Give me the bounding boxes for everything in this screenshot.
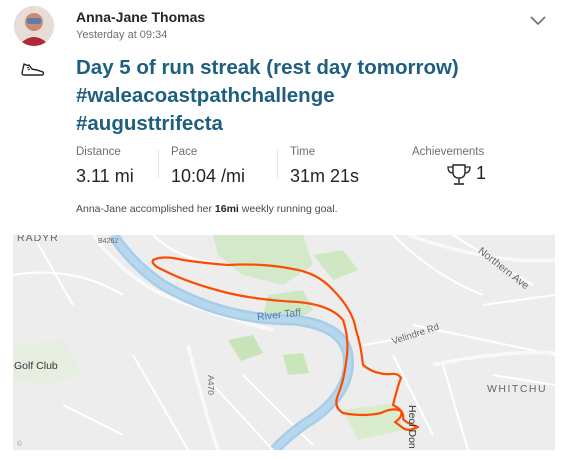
route-map[interactable]: RADYR B4262 Northern Ave River Taff Veli… <box>13 235 555 450</box>
chevron-down-icon[interactable] <box>530 14 546 26</box>
stat-achievements[interactable]: Achievements <box>412 146 484 158</box>
athlete-name[interactable]: Anna-Jane Thomas <box>76 9 205 25</box>
avatar[interactable] <box>14 6 54 46</box>
map-label-heol-don: Heol Don <box>406 405 418 449</box>
weekly-goal-text: Anna-Jane accomplished her 16mi weekly r… <box>76 203 338 215</box>
map-label-whitchurch: WHITCHU <box>487 383 548 395</box>
map-label-a470: A470 <box>205 375 216 395</box>
title-line-1: Day 5 of run streak (rest day tomorrow) <box>76 56 459 79</box>
goal-suffix: weekly running goal. <box>238 203 338 215</box>
stat-time: Time 31m 21s <box>290 146 359 187</box>
activity-timestamp: Yesterday at 09:34 <box>76 29 168 41</box>
stat-label: Time <box>290 146 316 158</box>
activity-title[interactable]: Day 5 of run streak (rest day tomorrow) … <box>76 54 546 138</box>
stat-value: 3.11 mi <box>76 166 134 186</box>
stat-label: Distance <box>76 146 121 158</box>
stat-distance: Distance 3.11 mi <box>76 146 134 187</box>
shoe-icon <box>21 63 45 76</box>
goal-amount: 16mi <box>214 203 239 215</box>
trophy-icon <box>447 164 471 185</box>
title-line-3: #augusttrifecta <box>76 112 223 135</box>
map-label-radyr: RADYR <box>17 235 59 244</box>
stat-value: 31m 21s <box>290 166 360 186</box>
stat-label: Pace <box>171 146 198 158</box>
achievements-count: 1 <box>476 163 487 183</box>
stat-value: 10:04 /mi <box>171 166 246 186</box>
stat-pace: Pace 10:04 /mi <box>171 146 245 187</box>
title-line-2: #waleacoastpathchallenge <box>76 84 335 107</box>
map-label-golf-club: Golf Club <box>14 360 58 372</box>
stat-label: Achievements <box>412 146 485 158</box>
stat-divider <box>277 150 278 178</box>
stat-divider <box>158 150 159 178</box>
map-canvas <box>13 235 555 450</box>
map-label-b4262: B4262 <box>98 238 119 245</box>
map-copyright[interactable]: © <box>17 441 22 448</box>
goal-prefix: Anna-Jane accomplished her <box>76 203 215 215</box>
